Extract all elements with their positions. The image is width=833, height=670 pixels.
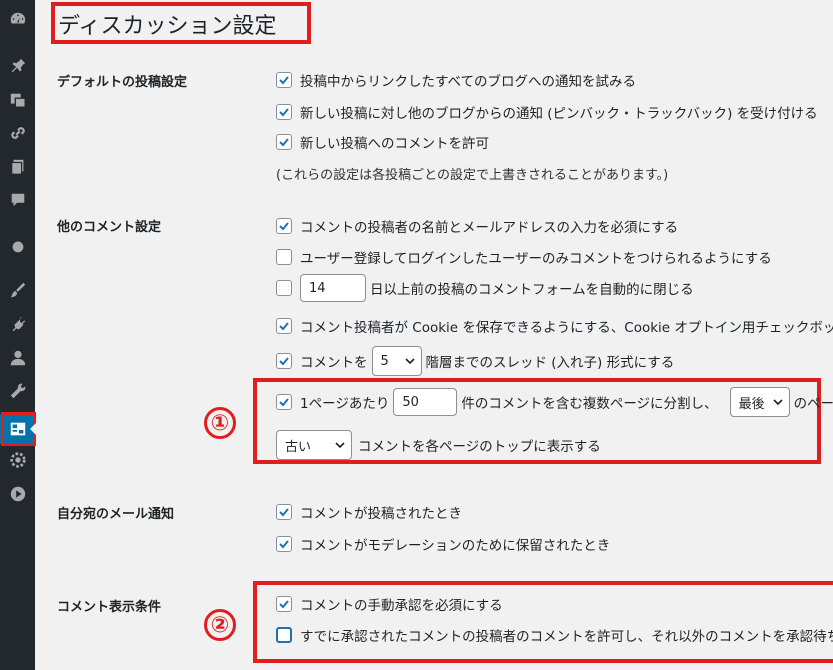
checkbox-unchecked[interactable] bbox=[276, 280, 292, 296]
option-label: コメントの手動承認を必須にする bbox=[300, 598, 503, 614]
checkbox-checked[interactable] bbox=[276, 72, 292, 88]
option-label: すでに承認されたコメントの投稿者のコメントを許可し、それ以外のコメントを承認待ち… bbox=[300, 629, 833, 645]
option-allow-pingbacks[interactable]: 新しい投稿に対し他のブログからの通知 (ピンバック・トラックバック) を受け付け… bbox=[276, 102, 818, 122]
checkbox-unchecked-focused[interactable] bbox=[276, 627, 292, 643]
option-label-suffix: のページを bbox=[793, 396, 833, 412]
default-page-value: 最後 bbox=[738, 396, 765, 412]
chevron-down-icon bbox=[404, 358, 415, 365]
comment-appear-label: コメント表示条件 bbox=[57, 600, 162, 615]
checkbox-checked[interactable] bbox=[276, 394, 292, 410]
option-email-on-comment[interactable]: コメントが投稿されたとき bbox=[276, 502, 462, 522]
option-email-on-moderation[interactable]: コメントがモデレーションのために保留されたとき bbox=[276, 534, 610, 554]
checkbox-unchecked[interactable] bbox=[276, 249, 292, 265]
checkbox-checked[interactable] bbox=[276, 318, 292, 334]
chevron-down-icon bbox=[772, 399, 783, 406]
option-label-prefix: コメントを bbox=[300, 355, 368, 371]
option-label: 日以上前の投稿のコメントフォームを自動的に閉じる bbox=[370, 282, 694, 298]
option-label-suffix: コメントを各ページのトップに表示する bbox=[358, 439, 601, 455]
option-manual-approval[interactable]: コメントの手動承認を必須にする bbox=[276, 594, 503, 614]
default-page-select[interactable]: 最後 bbox=[729, 387, 790, 417]
option-threaded-comments[interactable]: コメントを 5 階層までのスレッド (入れ子) 形式にする bbox=[276, 346, 674, 376]
override-note: (これらの設定は各投稿ごとの設定で上書きされることがあります。) bbox=[276, 168, 669, 183]
checkbox-checked[interactable] bbox=[276, 104, 292, 120]
option-attempt-notify[interactable]: 投稿中からリンクしたすべてのブログへの通知を試みる bbox=[276, 70, 636, 90]
annotation-number-1: ① bbox=[204, 407, 236, 439]
other-comment-settings-label: 他のコメント設定 bbox=[57, 220, 162, 235]
checkbox-checked[interactable] bbox=[276, 596, 292, 612]
option-label: コメント投稿者が Cookie を保存できるようにする、Cookie オプトイン… bbox=[300, 320, 833, 336]
page-title: ディスカッション設定 bbox=[58, 14, 277, 39]
option-require-name-email[interactable]: コメントの投稿者の名前とメールアドレスの入力を必須にする bbox=[276, 216, 678, 236]
option-comment-order[interactable]: 古い コメントを各ページのトップに表示する bbox=[276, 430, 601, 460]
option-registered-only[interactable]: ユーザー登録してログインしたユーザーのみコメントをつけられるようにする bbox=[276, 247, 772, 267]
comment-order-value: 古い bbox=[285, 439, 312, 455]
checkbox-checked[interactable] bbox=[276, 504, 292, 520]
option-cookie-optin[interactable]: コメント投稿者が Cookie を保存できるようにする、Cookie オプトイン… bbox=[276, 316, 833, 336]
thread-depth-value: 5 bbox=[380, 353, 389, 369]
checkbox-checked[interactable] bbox=[276, 134, 292, 150]
option-label: コメントがモデレーションのために保留されたとき bbox=[300, 538, 611, 554]
checkbox-checked[interactable] bbox=[276, 218, 292, 234]
comment-order-select[interactable]: 古い bbox=[276, 430, 352, 460]
option-close-comments[interactable]: 14 日以上前の投稿のコメントフォームを自動的に閉じる bbox=[276, 274, 694, 302]
option-previously-approved[interactable]: すでに承認されたコメントの投稿者のコメントを許可し、それ以外のコメントを承認待ち… bbox=[276, 625, 833, 645]
option-label-prefix: 1ページあたり bbox=[300, 396, 390, 412]
option-label: 新しい投稿に対し他のブログからの通知 (ピンバック・トラックバック) を受け付け… bbox=[300, 106, 818, 122]
checkbox-checked[interactable] bbox=[276, 353, 292, 369]
option-paginate-comments[interactable]: 1ページあたり 50 件のコメントを含む複数ページに分割し、 最後 のページを bbox=[276, 387, 833, 417]
close-days-input[interactable]: 14 bbox=[300, 274, 366, 302]
option-label-suffix: 階層までのスレッド (入れ子) 形式にする bbox=[425, 355, 675, 371]
option-label: コメントが投稿されたとき bbox=[300, 506, 462, 522]
option-label: 投稿中からリンクしたすべてのブログへの通知を試みる bbox=[300, 74, 637, 90]
chevron-down-icon bbox=[335, 442, 345, 449]
default-post-settings-label: デフォルトの投稿設定 bbox=[57, 75, 188, 90]
option-label: ユーザー登録してログインしたユーザーのみコメントをつけられるようにする bbox=[300, 251, 772, 267]
option-allow-comments[interactable]: 新しい投稿へのコメントを許可 bbox=[276, 132, 489, 152]
thread-depth-select[interactable]: 5 bbox=[371, 346, 422, 376]
main-content: ディスカッション設定 デフォルトの投稿設定 投稿中からリンクしたすべてのブログへ… bbox=[0, 0, 833, 670]
annotation-number-2: ② bbox=[204, 609, 236, 641]
comments-per-page-input[interactable]: 50 bbox=[393, 388, 458, 416]
checkbox-checked[interactable] bbox=[276, 536, 292, 552]
email-notify-label: 自分宛のメール通知 bbox=[57, 507, 175, 522]
option-label: 新しい投稿へのコメントを許可 bbox=[300, 136, 489, 152]
option-label-mid: 件のコメントを含む複数ページに分割し、 bbox=[461, 396, 718, 412]
option-label: コメントの投稿者の名前とメールアドレスの入力を必須にする bbox=[300, 220, 679, 236]
